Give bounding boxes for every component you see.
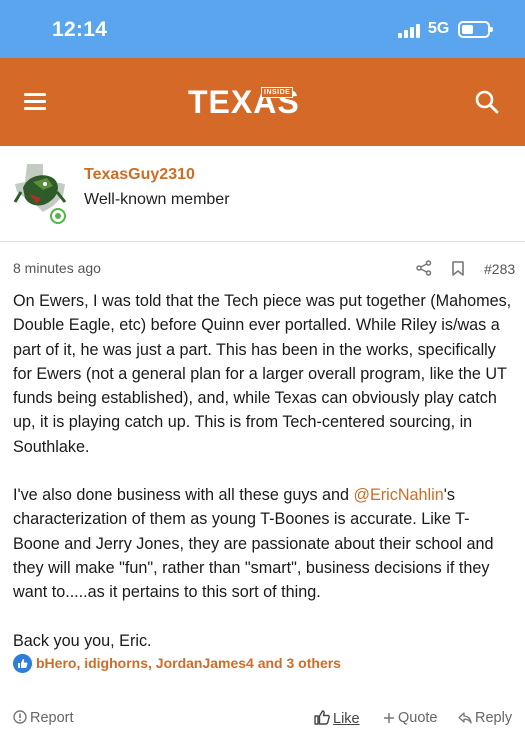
report-icon <box>13 710 27 724</box>
report-button[interactable]: Report <box>13 710 74 726</box>
quote-label: Quote <box>398 710 438 726</box>
share-icon[interactable] <box>416 260 432 276</box>
post-actions: Report Like Quote Reply <box>0 700 525 740</box>
post-body: On Ewers, I was told that the Tech piece… <box>13 289 513 677</box>
user-mention[interactable]: @EricNahlin <box>354 486 444 504</box>
like-reaction-icon <box>13 654 32 673</box>
reply-button[interactable]: Reply <box>458 710 512 726</box>
like-button[interactable]: Like <box>314 710 360 727</box>
reply-label: Reply <box>475 710 513 726</box>
search-icon[interactable] <box>474 89 500 115</box>
post-number[interactable]: #283 <box>484 261 515 277</box>
reply-icon <box>458 712 472 724</box>
post-paragraph: Back you you, Eric. <box>13 631 152 650</box>
bookmark-icon[interactable] <box>451 261 465 276</box>
status-time: 12:14 <box>52 18 108 41</box>
like-icon <box>314 710 330 725</box>
plus-icon <box>384 713 394 723</box>
post-author[interactable]: TexasGuy2310 <box>84 166 195 184</box>
quote-button[interactable]: Quote <box>383 710 438 726</box>
report-label: Report <box>30 710 74 726</box>
battery-icon <box>458 21 493 38</box>
network-type: 5G <box>428 20 450 37</box>
post-time[interactable]: 8 minutes ago <box>13 260 101 276</box>
menu-icon[interactable] <box>22 89 50 115</box>
post-meta: 8 minutes ago #283 <box>0 242 525 292</box>
site-logo[interactable]: TEXAS INSIDE <box>188 84 344 120</box>
reaction-users-link[interactable]: bHero, idighorns, JordanJames4 and 3 oth… <box>36 655 341 671</box>
signal-icon <box>398 23 424 38</box>
logo-inside-tag: INSIDE <box>261 87 294 98</box>
online-status-icon <box>50 208 66 224</box>
member-title: Well-known member <box>84 191 230 208</box>
like-label: Like <box>333 711 360 727</box>
post-paragraph: On Ewers, I was told that the Tech piece… <box>13 292 512 456</box>
post-paragraph: I've also done business with all these g… <box>13 486 494 602</box>
site-header: TEXAS INSIDE <box>0 58 525 146</box>
member-card: TexasGuy2310 Well-known member <box>0 146 525 242</box>
status-bar: 12:14 5G <box>0 0 525 58</box>
